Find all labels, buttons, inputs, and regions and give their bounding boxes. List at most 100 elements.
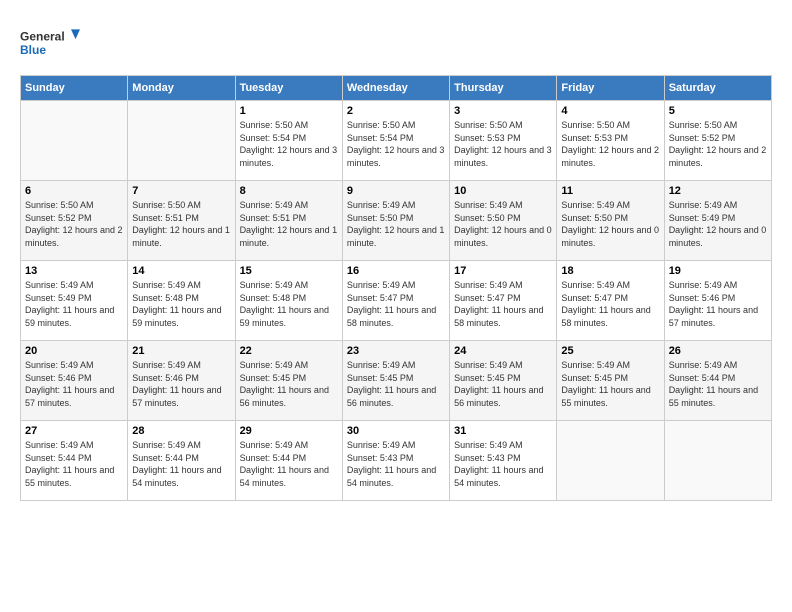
logo-svg: General Blue [20, 20, 80, 65]
day-info: Sunrise: 5:50 AM Sunset: 5:52 PM Dayligh… [669, 119, 767, 169]
day-info: Sunrise: 5:49 AM Sunset: 5:45 PM Dayligh… [347, 359, 445, 409]
day-info: Sunrise: 5:49 AM Sunset: 5:50 PM Dayligh… [561, 199, 659, 249]
day-number: 19 [669, 265, 767, 277]
day-cell: 6Sunrise: 5:50 AM Sunset: 5:52 PM Daylig… [21, 181, 128, 261]
day-cell: 11 Sunrise: 5:49 AM Sunset: 5:50 PM Dayli… [557, 181, 664, 261]
day-cell: 24 Sunrise: 5:49 AM Sunset: 5:45 PM Dayli… [450, 341, 557, 421]
day-info: Sunrise: 5:49 AM Sunset: 5:44 PM Dayligh… [25, 439, 123, 489]
week-row-0: 1 Sunrise: 5:50 AM Sunset: 5:54 PM Daylig… [21, 101, 772, 181]
day-cell: 25 Sunrise: 5:49 AM Sunset: 5:45 PM Dayli… [557, 341, 664, 421]
header-cell-saturday: Saturday [664, 76, 771, 101]
day-info: Sunrise: 5:49 AM Sunset: 5:50 PM Dayligh… [454, 199, 552, 249]
day-cell: 16 Sunrise: 5:49 AM Sunset: 5:47 PM Dayli… [342, 261, 449, 341]
day-info: Sunrise: 5:49 AM Sunset: 5:46 PM Dayligh… [25, 359, 123, 409]
day-cell: 12Sunrise: 5:49 AM Sunset: 5:49 PM Dayli… [664, 181, 771, 261]
day-number: 17 [454, 265, 552, 277]
day-cell: 3Sunrise: 5:50 AM Sunset: 5:53 PM Daylig… [450, 101, 557, 181]
day-cell: 21 Sunrise: 5:49 AM Sunset: 5:46 PM Dayli… [128, 341, 235, 421]
day-number: 1 [240, 105, 338, 117]
header: General Blue [20, 20, 772, 65]
day-info: Sunrise: 5:49 AM Sunset: 5:43 PM Dayligh… [454, 439, 552, 489]
day-info: Sunrise: 5:50 AM Sunset: 5:54 PM Dayligh… [240, 119, 338, 169]
day-number: 13 [25, 265, 123, 277]
svg-text:General: General [20, 30, 65, 44]
calendar-table: SundayMondayTuesdayWednesdayThursdayFrid… [20, 75, 772, 501]
day-cell: 14 Sunrise: 5:49 AM Sunset: 5:48 PM Dayli… [128, 261, 235, 341]
header-cell-monday: Monday [128, 76, 235, 101]
logo: General Blue [20, 20, 80, 65]
week-row-1: 6Sunrise: 5:50 AM Sunset: 5:52 PM Daylig… [21, 181, 772, 261]
day-cell: 13 Sunrise: 5:49 AM Sunset: 5:49 PM Dayli… [21, 261, 128, 341]
day-number: 23 [347, 345, 445, 357]
svg-text:Blue: Blue [20, 43, 46, 57]
day-cell: 15Sunrise: 5:49 AM Sunset: 5:48 PM Dayli… [235, 261, 342, 341]
day-cell: 28Sunrise: 5:49 AM Sunset: 5:44 PM Dayli… [128, 421, 235, 501]
day-cell: 19 Sunrise: 5:49 AM Sunset: 5:46 PM Dayli… [664, 261, 771, 341]
day-info: Sunrise: 5:49 AM Sunset: 5:46 PM Dayligh… [669, 279, 767, 329]
day-cell: 10 Sunrise: 5:49 AM Sunset: 5:50 PM Dayli… [450, 181, 557, 261]
day-number: 21 [132, 345, 230, 357]
day-number: 30 [347, 425, 445, 437]
day-cell: 9Sunrise: 5:49 AM Sunset: 5:50 PM Daylig… [342, 181, 449, 261]
day-info: Sunrise: 5:49 AM Sunset: 5:45 PM Dayligh… [454, 359, 552, 409]
day-number: 26 [669, 345, 767, 357]
day-number: 5 [669, 105, 767, 117]
day-number: 10 [454, 185, 552, 197]
day-info: Sunrise: 5:50 AM Sunset: 5:51 PM Dayligh… [132, 199, 230, 249]
day-cell: 2Sunrise: 5:50 AM Sunset: 5:54 PM Daylig… [342, 101, 449, 181]
day-cell [21, 101, 128, 181]
day-number: 11 [561, 185, 659, 197]
day-cell: 17 Sunrise: 5:49 AM Sunset: 5:47 PM Dayli… [450, 261, 557, 341]
day-cell: 29 Sunrise: 5:49 AM Sunset: 5:44 PM Dayli… [235, 421, 342, 501]
day-info: Sunrise: 5:49 AM Sunset: 5:45 PM Dayligh… [561, 359, 659, 409]
day-number: 6 [25, 185, 123, 197]
header-cell-tuesday: Tuesday [235, 76, 342, 101]
day-info: Sunrise: 5:49 AM Sunset: 5:49 PM Dayligh… [25, 279, 123, 329]
day-cell: 5 Sunrise: 5:50 AM Sunset: 5:52 PM Daylig… [664, 101, 771, 181]
day-cell [664, 421, 771, 501]
day-number: 8 [240, 185, 338, 197]
day-cell [128, 101, 235, 181]
day-number: 15 [240, 265, 338, 277]
day-number: 24 [454, 345, 552, 357]
header-row: SundayMondayTuesdayWednesdayThursdayFrid… [21, 76, 772, 101]
day-info: Sunrise: 5:49 AM Sunset: 5:46 PM Dayligh… [132, 359, 230, 409]
day-cell: 23 Sunrise: 5:49 AM Sunset: 5:45 PM Dayli… [342, 341, 449, 421]
day-cell: 8Sunrise: 5:49 AM Sunset: 5:51 PM Daylig… [235, 181, 342, 261]
day-number: 3 [454, 105, 552, 117]
day-cell: 7 Sunrise: 5:50 AM Sunset: 5:51 PM Daylig… [128, 181, 235, 261]
day-number: 4 [561, 105, 659, 117]
day-info: Sunrise: 5:49 AM Sunset: 5:45 PM Dayligh… [240, 359, 338, 409]
day-number: 12 [669, 185, 767, 197]
day-cell [557, 421, 664, 501]
day-number: 14 [132, 265, 230, 277]
day-cell: 30Sunrise: 5:49 AM Sunset: 5:43 PM Dayli… [342, 421, 449, 501]
day-number: 25 [561, 345, 659, 357]
day-info: Sunrise: 5:49 AM Sunset: 5:44 PM Dayligh… [669, 359, 767, 409]
day-info: Sunrise: 5:49 AM Sunset: 5:44 PM Dayligh… [240, 439, 338, 489]
day-cell: 1 Sunrise: 5:50 AM Sunset: 5:54 PM Daylig… [235, 101, 342, 181]
day-number: 27 [25, 425, 123, 437]
day-number: 31 [454, 425, 552, 437]
calendar-header: SundayMondayTuesdayWednesdayThursdayFrid… [21, 76, 772, 101]
day-info: Sunrise: 5:49 AM Sunset: 5:47 PM Dayligh… [347, 279, 445, 329]
header-cell-sunday: Sunday [21, 76, 128, 101]
day-number: 9 [347, 185, 445, 197]
day-info: Sunrise: 5:49 AM Sunset: 5:48 PM Dayligh… [132, 279, 230, 329]
day-cell: 31 Sunrise: 5:49 AM Sunset: 5:43 PM Dayli… [450, 421, 557, 501]
day-cell: 27 Sunrise: 5:49 AM Sunset: 5:44 PM Dayli… [21, 421, 128, 501]
header-cell-wednesday: Wednesday [342, 76, 449, 101]
header-cell-thursday: Thursday [450, 76, 557, 101]
day-number: 16 [347, 265, 445, 277]
day-number: 2 [347, 105, 445, 117]
header-cell-friday: Friday [557, 76, 664, 101]
week-row-3: 20 Sunrise: 5:49 AM Sunset: 5:46 PM Dayli… [21, 341, 772, 421]
day-cell: 26 Sunrise: 5:49 AM Sunset: 5:44 PM Dayli… [664, 341, 771, 421]
day-number: 20 [25, 345, 123, 357]
day-info: Sunrise: 5:49 AM Sunset: 5:47 PM Dayligh… [561, 279, 659, 329]
day-info: Sunrise: 5:49 AM Sunset: 5:44 PM Dayligh… [132, 439, 230, 489]
day-number: 29 [240, 425, 338, 437]
day-number: 7 [132, 185, 230, 197]
day-info: Sunrise: 5:49 AM Sunset: 5:47 PM Dayligh… [454, 279, 552, 329]
day-cell: 18Sunrise: 5:49 AM Sunset: 5:47 PM Dayli… [557, 261, 664, 341]
